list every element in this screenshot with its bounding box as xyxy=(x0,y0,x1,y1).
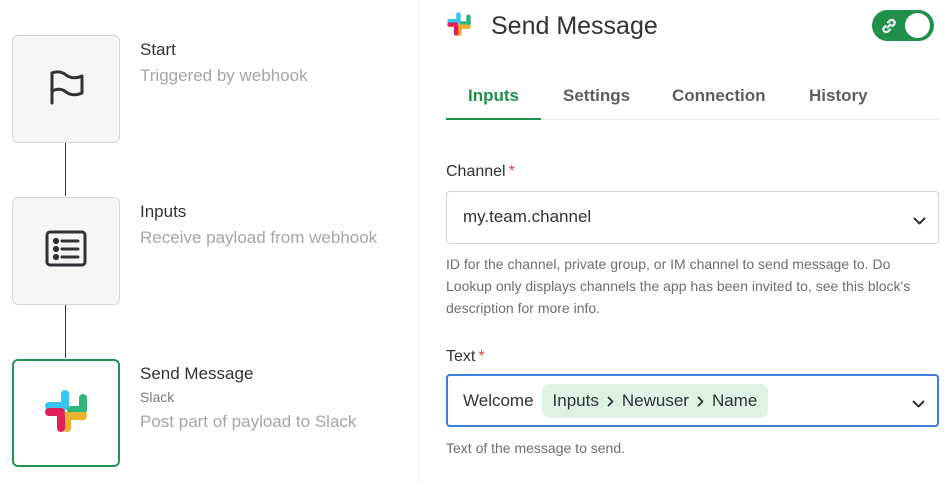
enable-toggle[interactable] xyxy=(872,10,934,41)
panel-header: Send Message xyxy=(445,8,658,44)
tab-settings[interactable]: Settings xyxy=(563,86,630,106)
text-prefix: Welcome xyxy=(463,391,534,410)
tab-history[interactable]: History xyxy=(809,86,868,106)
token-part: Newuser xyxy=(621,391,689,410)
flow-canvas: Start Triggered by webhook Inputs Receiv… xyxy=(0,0,418,483)
chevron-right-icon xyxy=(607,396,614,407)
node-title: Inputs xyxy=(140,202,187,221)
channel-value: my.team.channel xyxy=(463,207,592,226)
chevron-right-icon xyxy=(697,396,704,407)
chevron-down-icon xyxy=(913,213,926,231)
slack-logo-icon xyxy=(41,386,91,441)
tab-connection[interactable]: Connection xyxy=(672,86,766,106)
required-mark: * xyxy=(478,348,485,365)
tab-inputs[interactable]: Inputs xyxy=(468,86,519,106)
token-part: Inputs xyxy=(552,391,599,410)
channel-help-text: ID for the channel, private group, or IM… xyxy=(446,256,911,316)
config-panel: Send Message Inputs Settings Connection … xyxy=(418,0,948,483)
flow-connector xyxy=(65,305,66,358)
link-icon xyxy=(881,18,897,39)
node-subtitle: Post part of payload to Slack xyxy=(140,412,357,431)
token-part: Name xyxy=(711,391,758,410)
channel-label: Channel * xyxy=(446,163,515,181)
text-input-content: Welcome Inputs Newuser Name xyxy=(463,384,769,418)
toggle-knob xyxy=(905,13,930,38)
active-tab-indicator xyxy=(446,118,541,120)
tab-bar: Inputs Settings Connection History xyxy=(446,72,941,120)
list-icon xyxy=(44,229,88,274)
chevron-down-icon xyxy=(912,396,925,414)
text-help-text: Text of the message to send. xyxy=(446,440,625,456)
flag-icon xyxy=(44,65,88,114)
panel-title: Send Message xyxy=(491,11,658,40)
node-title: Send Message xyxy=(140,364,254,383)
required-mark: * xyxy=(508,163,515,180)
node-subtitle: Triggered by webhook xyxy=(140,66,308,85)
slack-logo-icon xyxy=(445,10,473,43)
channel-label-text: Channel xyxy=(446,163,506,180)
node-title: Start xyxy=(140,40,176,59)
text-input[interactable]: Welcome Inputs Newuser Name xyxy=(446,374,939,427)
text-label: Text * xyxy=(446,348,485,366)
flow-connector xyxy=(65,143,66,196)
flow-node-start[interactable] xyxy=(12,35,120,143)
variable-token[interactable]: Inputs Newuser Name xyxy=(541,384,769,418)
channel-select[interactable]: my.team.channel xyxy=(446,191,939,244)
flow-node-inputs[interactable] xyxy=(12,197,120,305)
node-subtitle: Receive payload from webhook xyxy=(140,228,378,247)
text-label-text: Text xyxy=(446,348,476,365)
flow-node-send-message[interactable] xyxy=(12,359,120,467)
node-app-name: Slack xyxy=(140,389,175,405)
